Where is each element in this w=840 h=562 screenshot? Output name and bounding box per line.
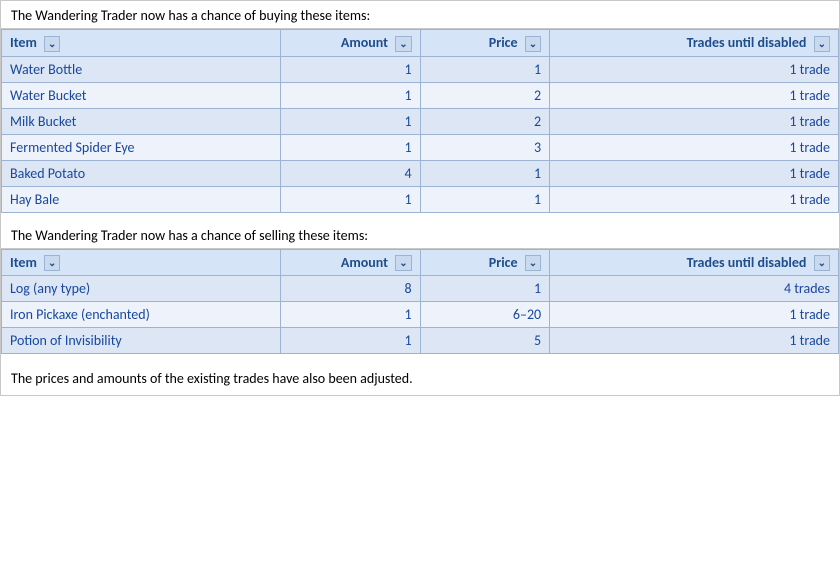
cell-price: 1 bbox=[420, 186, 550, 212]
cell-item: Water Bucket bbox=[2, 82, 281, 108]
cell-trades: 4 trades bbox=[550, 276, 839, 302]
sort-amount-sell-btn[interactable]: ⌄ bbox=[395, 255, 411, 271]
table-row: Log (any type) 8 1 4 trades bbox=[2, 276, 839, 302]
gap-1 bbox=[0, 213, 840, 221]
table-row: Hay Bale 1 1 1 trade bbox=[2, 186, 839, 212]
cell-trades: 1 trade bbox=[550, 186, 839, 212]
cell-price: 2 bbox=[420, 108, 550, 134]
selling-header: The Wandering Trader now has a chance of… bbox=[0, 221, 840, 249]
cell-price: 2 bbox=[420, 82, 550, 108]
sort-price-sell-btn[interactable]: ⌄ bbox=[525, 255, 541, 271]
table-row: Baked Potato 4 1 1 trade bbox=[2, 160, 839, 186]
table-row: Potion of Invisibility 1 5 1 trade bbox=[2, 328, 839, 354]
cell-price: 1 bbox=[420, 160, 550, 186]
cell-trades: 1 trade bbox=[550, 82, 839, 108]
cell-item: Milk Bucket bbox=[2, 108, 281, 134]
cell-amount: 8 bbox=[280, 276, 420, 302]
cell-item: Potion of Invisibility bbox=[2, 328, 281, 354]
cell-item: Log (any type) bbox=[2, 276, 281, 302]
cell-price: 6–20 bbox=[420, 302, 550, 328]
table-row: Water Bottle 1 1 1 trade bbox=[2, 56, 839, 82]
sort-trades-sell-btn[interactable]: ⌄ bbox=[814, 255, 830, 271]
table-row: Water Bucket 1 2 1 trade bbox=[2, 82, 839, 108]
cell-amount: 1 bbox=[280, 328, 420, 354]
col-amount-sell: Amount ⌄ bbox=[280, 249, 420, 276]
cell-trades: 1 trade bbox=[550, 134, 839, 160]
sort-item-btn[interactable]: ⌄ bbox=[44, 36, 60, 52]
cell-item: Water Bottle bbox=[2, 56, 281, 82]
cell-amount: 4 bbox=[280, 160, 420, 186]
col-trades: Trades until disabled ⌄ bbox=[550, 30, 839, 57]
sort-price-btn[interactable]: ⌄ bbox=[525, 36, 541, 52]
sort-trades-btn[interactable]: ⌄ bbox=[814, 36, 830, 52]
buying-table-header: Item ⌄ Amount ⌄ Price ⌄ Trades until dis… bbox=[2, 30, 839, 57]
gap-2 bbox=[0, 354, 840, 362]
cell-amount: 1 bbox=[280, 186, 420, 212]
buying-header: The Wandering Trader now has a chance of… bbox=[0, 0, 840, 29]
cell-price: 5 bbox=[420, 328, 550, 354]
col-amount: Amount ⌄ bbox=[280, 30, 420, 57]
col-trades-sell: Trades until disabled ⌄ bbox=[550, 249, 839, 276]
footer: The prices and amounts of the existing t… bbox=[0, 362, 840, 396]
cell-item: Iron Pickaxe (enchanted) bbox=[2, 302, 281, 328]
table-row: Iron Pickaxe (enchanted) 1 6–20 1 trade bbox=[2, 302, 839, 328]
cell-amount: 1 bbox=[280, 134, 420, 160]
cell-trades: 1 trade bbox=[550, 302, 839, 328]
cell-amount: 1 bbox=[280, 302, 420, 328]
cell-trades: 1 trade bbox=[550, 160, 839, 186]
cell-trades: 1 trade bbox=[550, 328, 839, 354]
table-row: Fermented Spider Eye 1 3 1 trade bbox=[2, 134, 839, 160]
cell-item: Baked Potato bbox=[2, 160, 281, 186]
cell-amount: 1 bbox=[280, 108, 420, 134]
col-item-sell: Item ⌄ bbox=[2, 249, 281, 276]
cell-price: 3 bbox=[420, 134, 550, 160]
sort-amount-btn[interactable]: ⌄ bbox=[395, 36, 411, 52]
col-item: Item ⌄ bbox=[2, 30, 281, 57]
cell-item: Hay Bale bbox=[2, 186, 281, 212]
selling-table-header: Item ⌄ Amount ⌄ Price ⌄ Trades until dis… bbox=[2, 249, 839, 276]
cell-trades: 1 trade bbox=[550, 108, 839, 134]
col-price-sell: Price ⌄ bbox=[420, 249, 550, 276]
cell-trades: 1 trade bbox=[550, 56, 839, 82]
cell-price: 1 bbox=[420, 56, 550, 82]
table-row: Milk Bucket 1 2 1 trade bbox=[2, 108, 839, 134]
cell-price: 1 bbox=[420, 276, 550, 302]
sort-item-sell-btn[interactable]: ⌄ bbox=[44, 255, 60, 271]
cell-amount: 1 bbox=[280, 56, 420, 82]
cell-item: Fermented Spider Eye bbox=[2, 134, 281, 160]
cell-amount: 1 bbox=[280, 82, 420, 108]
col-price: Price ⌄ bbox=[420, 30, 550, 57]
